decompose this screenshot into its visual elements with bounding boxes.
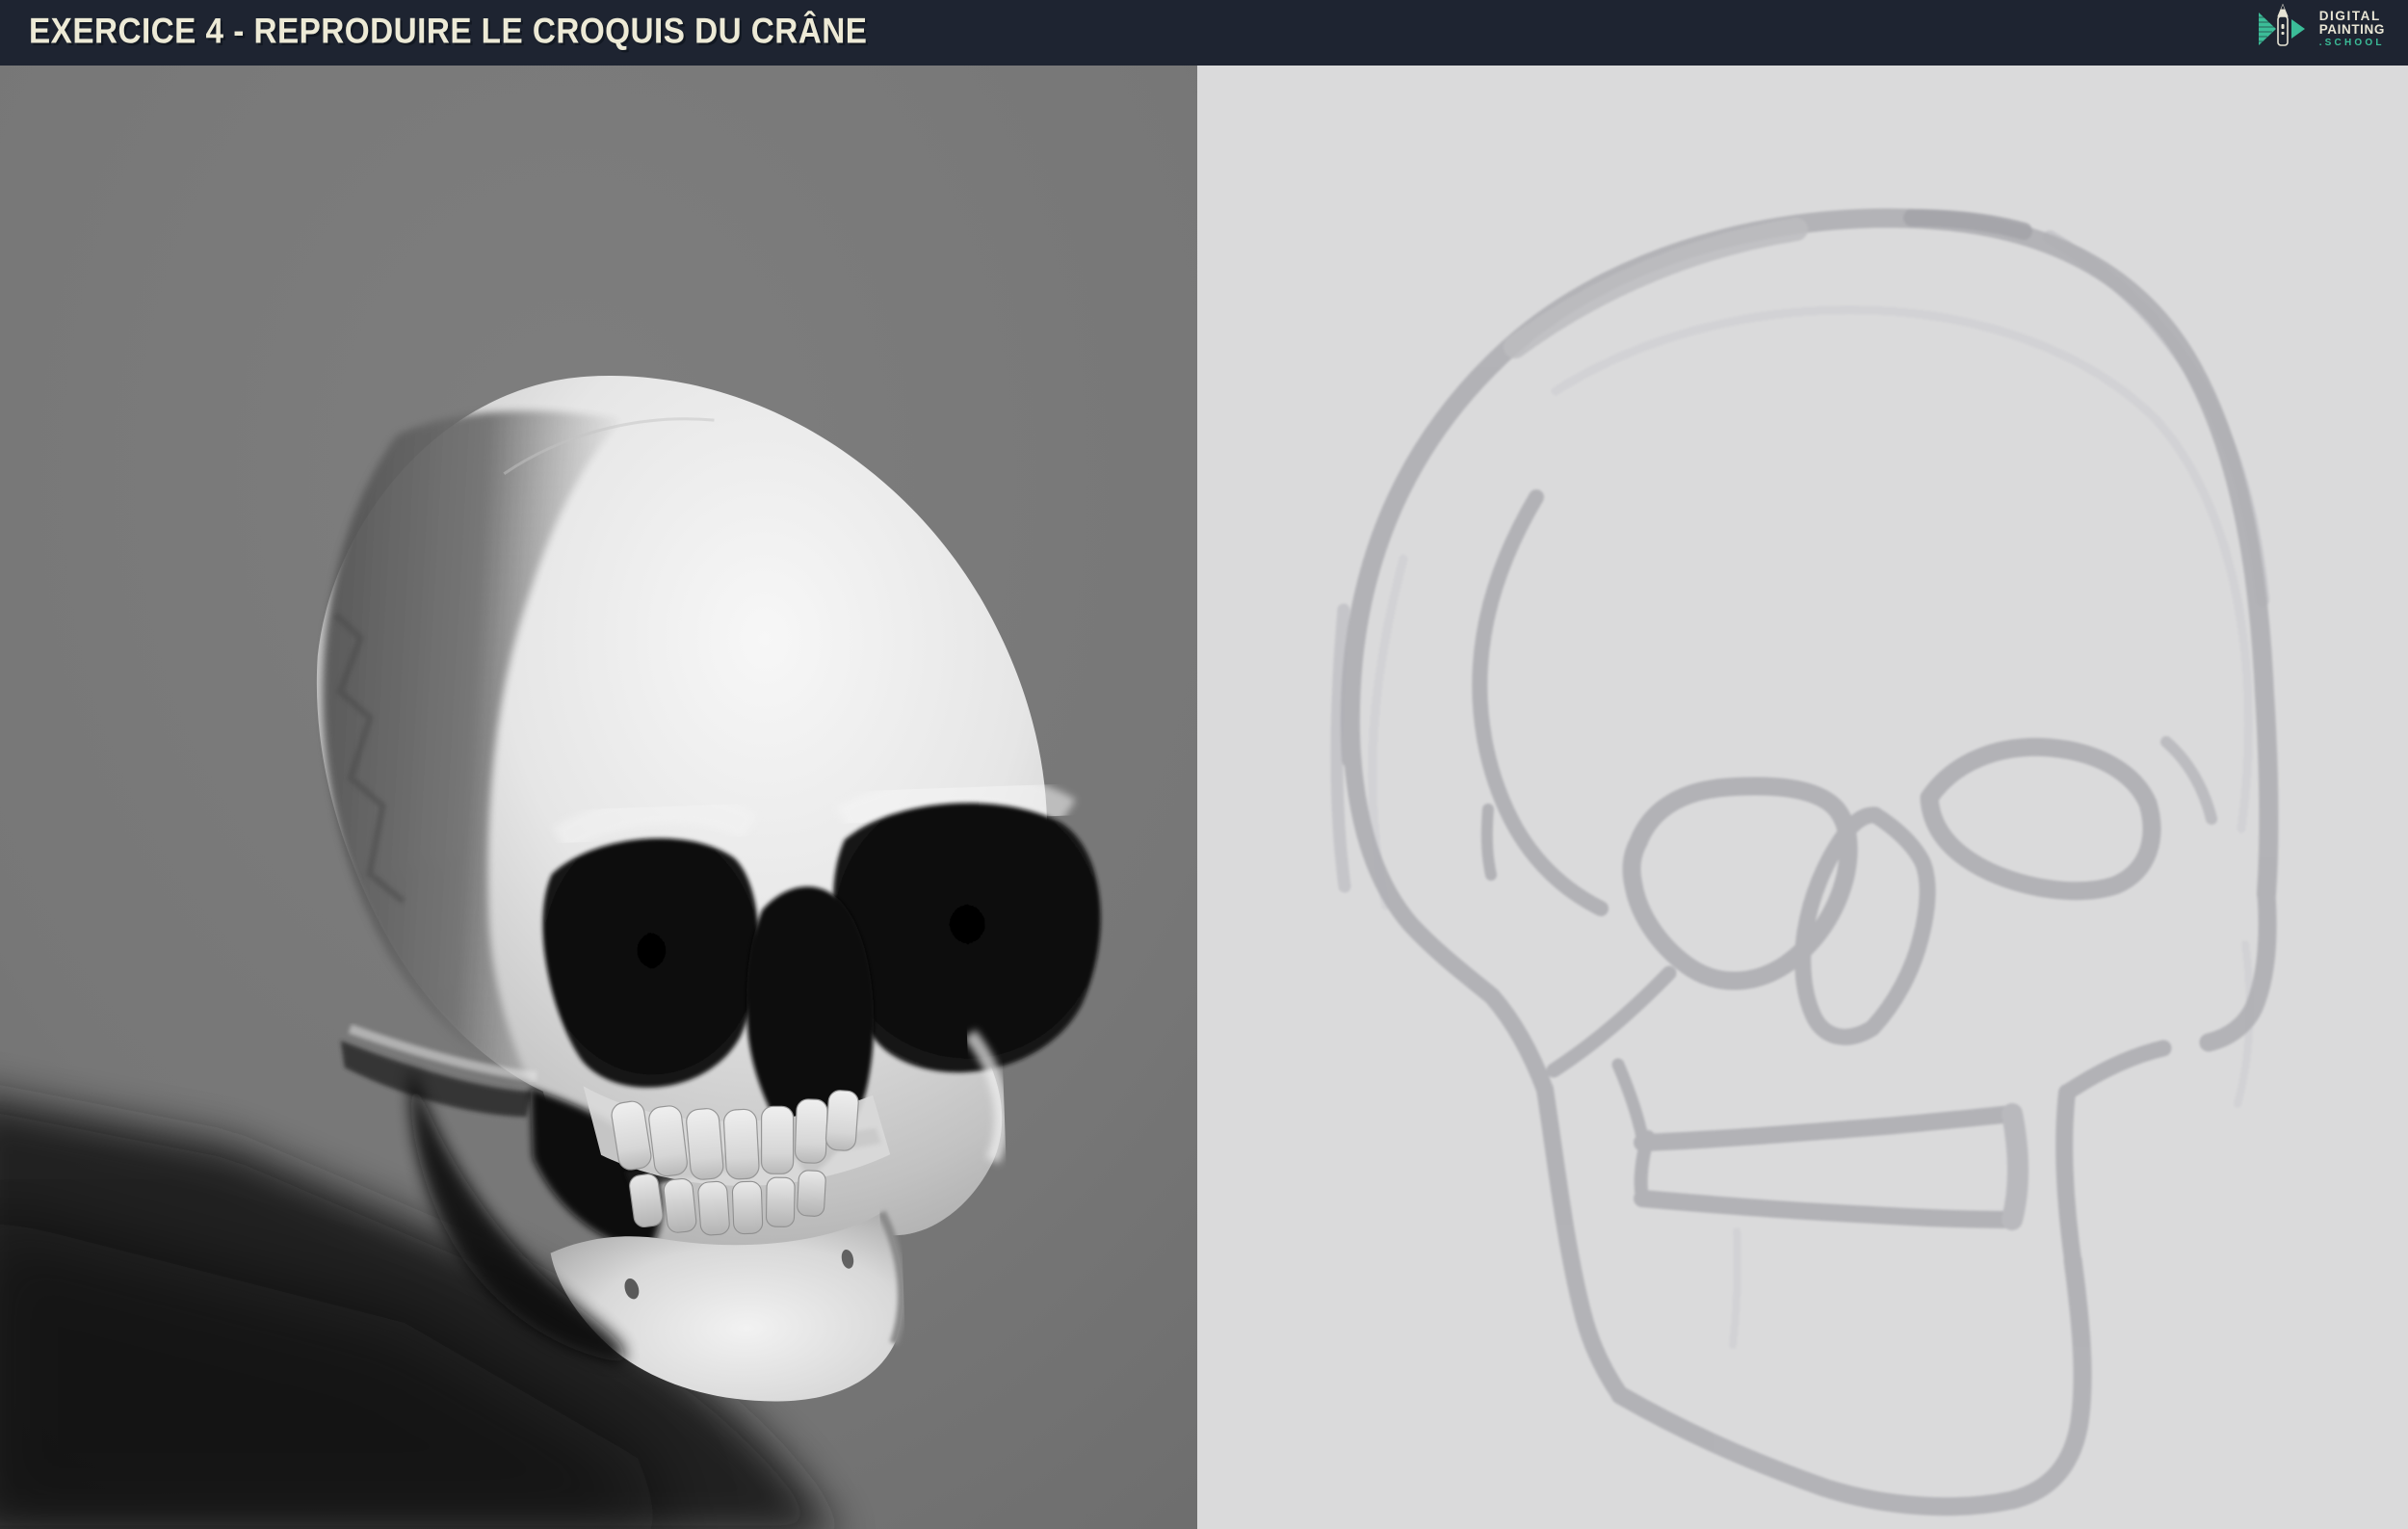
title-bar: EXERCICE 4 - REPRODUIRE LE CROQUIS DU CR… xyxy=(0,0,2408,66)
left-triangle-icon xyxy=(2258,13,2276,45)
exercise-workspace xyxy=(0,66,2408,1529)
logo-text-school: .SCHOOL xyxy=(2318,37,2385,48)
digital-painting-school-logo: DIGITAL PAINTING .SCHOOL xyxy=(2255,3,2385,53)
right-triangle-icon xyxy=(2290,19,2305,39)
skull-sketch-canvas[interactable] xyxy=(1197,66,2408,1529)
logo-text-painting: PAINTING xyxy=(2318,21,2385,37)
skull-3d-reference-panel xyxy=(0,66,1197,1529)
pencil-play-logo-icon xyxy=(2258,3,2305,46)
pencil-icon xyxy=(2276,3,2289,46)
skull-3d-reference-image xyxy=(0,66,1197,1529)
exercise-title: EXERCICE 4 - REPRODUIRE LE CROQUIS DU CR… xyxy=(29,11,868,51)
skull-sketch-drawing xyxy=(1197,66,2408,1529)
logo-text-digital: DIGITAL xyxy=(2318,8,2381,23)
